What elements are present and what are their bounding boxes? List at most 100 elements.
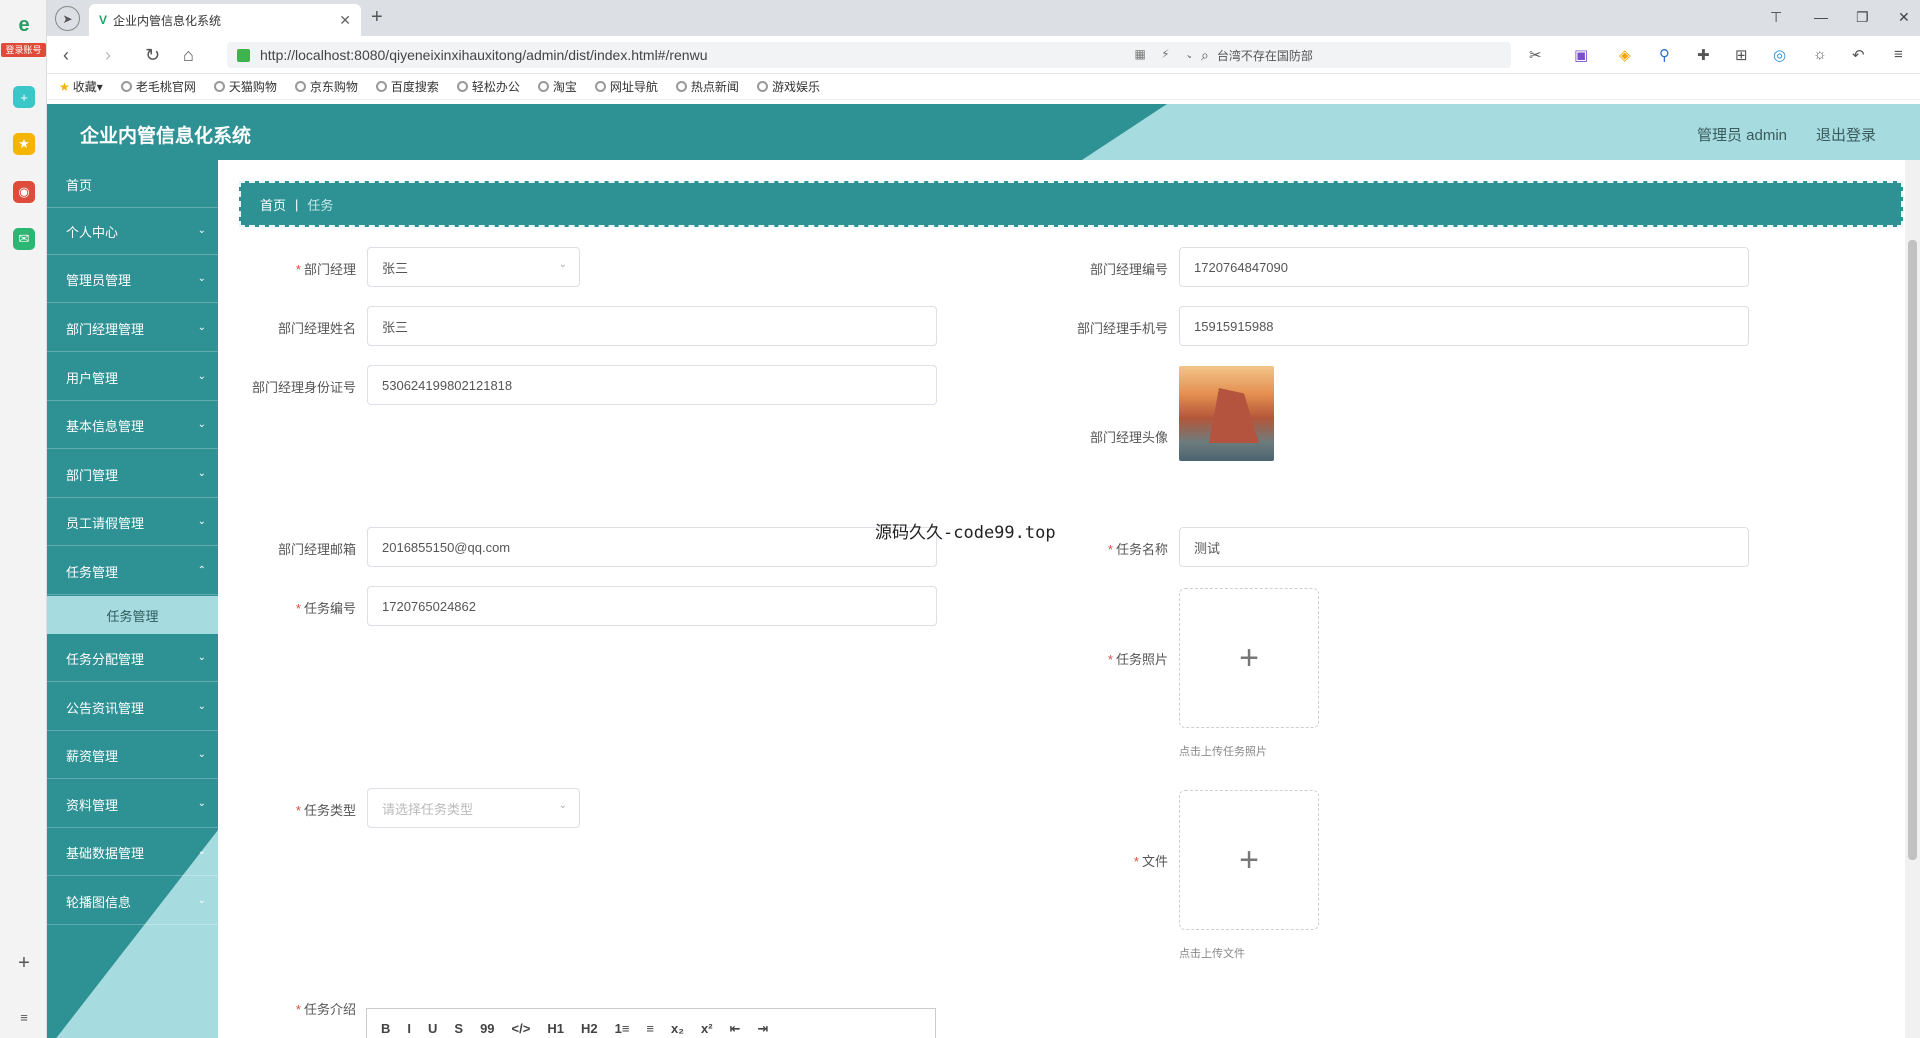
forward-icon[interactable]: › [105,45,111,66]
bookmark-item[interactable]: 游戏娱乐 [756,78,820,95]
add-icon[interactable]: + [13,952,35,974]
strike-button[interactable]: S [454,1021,463,1036]
task-name-field[interactable]: 测试 [1179,527,1749,567]
app-title: 企业内管信息化系统 [80,126,252,147]
chevron-down-icon: ⌄ [197,225,206,236]
translate-icon[interactable]: ▣ [1574,46,1588,64]
close-tab-icon[interactable]: ✕ [339,12,351,29]
browser-tab[interactable]: V 企业内管信息化系统 ✕ [89,4,361,36]
list-icon[interactable]: ≡ [13,1006,35,1028]
manager-phone-field[interactable]: 15915915988 [1179,306,1749,346]
bookmark-favorites[interactable]: ★ 收藏 ▾ [59,78,103,95]
sidebar-item-news[interactable]: 公告资讯管理 ⌄ [47,684,218,731]
restore-icon[interactable]: ❐ [1856,9,1869,26]
chevron-up-icon: ⌃ [197,565,206,576]
sidebar-item-tasks[interactable]: 任务管理 ⌃ [47,548,218,595]
file-upload[interactable]: + [1179,790,1319,930]
sidebar-item-task-assign[interactable]: 任务分配管理 ⌄ [47,635,218,682]
bookmark-item[interactable]: 轻松办公 [456,78,520,95]
sidebar-item-base-data[interactable]: 基础数据管理 ⌄ [47,829,218,876]
grid-icon[interactable]: ⊞ [1735,46,1748,64]
sidebar-item-profile[interactable]: 个人中心 ⌄ [47,208,218,255]
sync-icon[interactable]: ◎ [1773,46,1786,64]
sidebar-item-users[interactable]: 用户管理 ⌄ [47,354,218,401]
breadcrumb-home[interactable]: 首页 [260,195,286,214]
subscript-button[interactable]: x₂ [671,1021,684,1036]
bookmark-item[interactable]: 百度搜索 [375,78,439,95]
manager-select[interactable]: 张三 ⌄ [367,247,580,287]
favorites-star-icon[interactable]: ★ [13,133,35,155]
sidebar-item-admin[interactable]: 管理员管理 ⌄ [47,256,218,303]
sidebar-item-departments[interactable]: 部门管理 ⌄ [47,451,218,498]
superscript-button[interactable]: x² [701,1021,713,1036]
shirt-icon[interactable]: ⊤ [1770,9,1782,26]
plus-app-icon[interactable]: + [13,86,35,108]
quote-button[interactable]: 99 [480,1021,494,1036]
file-label: * 文件 [1133,854,1168,869]
find-icon[interactable]: ⚲ [1659,46,1670,64]
italic-button[interactable]: I [407,1021,411,1036]
globe-icon [375,81,387,92]
manager-email-field[interactable]: 2016855150@qq.com [367,527,937,567]
bookmark-item[interactable]: 热点新闻 [675,78,739,95]
bullet-list-button[interactable]: ≡ [646,1021,654,1036]
sidebar-item-carousel[interactable]: 轮播图信息 ⌄ [47,878,218,925]
logout-button[interactable]: 退出登录 [1816,124,1876,145]
globe-icon [456,81,468,92]
back-icon[interactable]: ‹ [63,45,69,66]
globe-icon [594,81,606,92]
manager-no-field[interactable]: 1720764847090 [1179,247,1749,287]
sidebar-item-basic-info[interactable]: 基本信息管理 ⌄ [47,402,218,449]
login-badge[interactable]: 登录账号 [1,43,46,57]
sidebar-item-leave[interactable]: 员工请假管理 ⌄ [47,499,218,546]
bookmark-item[interactable]: 京东购物 [294,78,358,95]
chevron-down-icon: ⌄ [197,701,206,712]
ordered-list-button[interactable]: 1≡ [615,1021,630,1036]
undo-icon[interactable]: ↶ [1852,46,1865,64]
manager-id-label: 部门经理身份证号 [251,380,356,395]
sidebar-item-salary[interactable]: 薪资管理 ⌄ [47,732,218,779]
page-scrollbar[interactable] [1905,160,1920,1038]
home-icon[interactable]: ⌂ [183,45,194,66]
chevron-down-icon: ⌄ [197,468,206,479]
sidebar-item-home[interactable]: 首页 [47,161,218,208]
task-type-select[interactable]: 请选择任务类型 ⌄ [367,788,580,828]
indent-button[interactable]: ⇥ [758,1021,769,1037]
menu-icon[interactable]: ≡ [1894,46,1903,63]
shield-ext-icon[interactable]: ◈ [1619,46,1631,64]
task-no-field[interactable]: 1720765024862 [367,586,937,626]
minimize-icon[interactable]: — [1814,9,1828,25]
scissors-icon[interactable]: ✂ [1529,46,1542,64]
bookmark-item[interactable]: 淘宝 [537,78,577,95]
weibo-icon[interactable]: ◉ [13,181,35,203]
bookmark-item[interactable]: 老毛桃官网 [120,78,196,95]
manager-name-field[interactable]: 张三 [367,306,937,346]
url-field[interactable]: http://localhost:8080/qiyeneixinxihauxit… [227,42,1211,68]
extensions-icon[interactable]: ✚ [1697,46,1710,64]
manager-avatar-image[interactable] [1179,366,1274,461]
code-button[interactable]: </> [512,1021,531,1036]
new-tab-icon[interactable]: + [371,6,383,29]
chevron-down-icon: ⌄ [197,652,206,663]
tab-strip: ➤ V 企业内管信息化系统 ✕ + ⊤ — ❐ ✕ [47,0,1920,36]
submenu-item-tasks[interactable]: 任务管理 [47,596,218,634]
h2-button[interactable]: H2 [581,1021,598,1036]
close-window-icon[interactable]: ✕ [1898,9,1910,26]
navigate-icon[interactable]: ➤ [55,6,80,31]
scrollbar-thumb[interactable] [1908,240,1917,860]
outdent-button[interactable]: ⇤ [730,1021,741,1037]
h1-button[interactable]: H1 [547,1021,564,1036]
bookmark-item[interactable]: 网址导航 [594,78,658,95]
browser-search-field[interactable]: ⌕ 台湾不存在国防部 [1191,42,1511,68]
underline-button[interactable]: U [428,1021,437,1036]
manager-id-field[interactable]: 530624199802121818 [367,365,937,405]
brightness-icon[interactable]: ☼ [1813,46,1827,63]
bookmark-item[interactable]: 天猫购物 [213,78,277,95]
reload-icon[interactable]: ↻ [145,45,160,66]
task-photo-upload[interactable]: + [1179,588,1319,728]
sidebar-item-documents[interactable]: 资料管理 ⌄ [47,781,218,828]
bold-button[interactable]: B [381,1021,390,1036]
sidebar-item-managers[interactable]: 部门经理管理 ⌄ [47,305,218,352]
mail-icon[interactable]: ✉ [13,228,35,250]
plus-icon: + [1239,840,1259,879]
